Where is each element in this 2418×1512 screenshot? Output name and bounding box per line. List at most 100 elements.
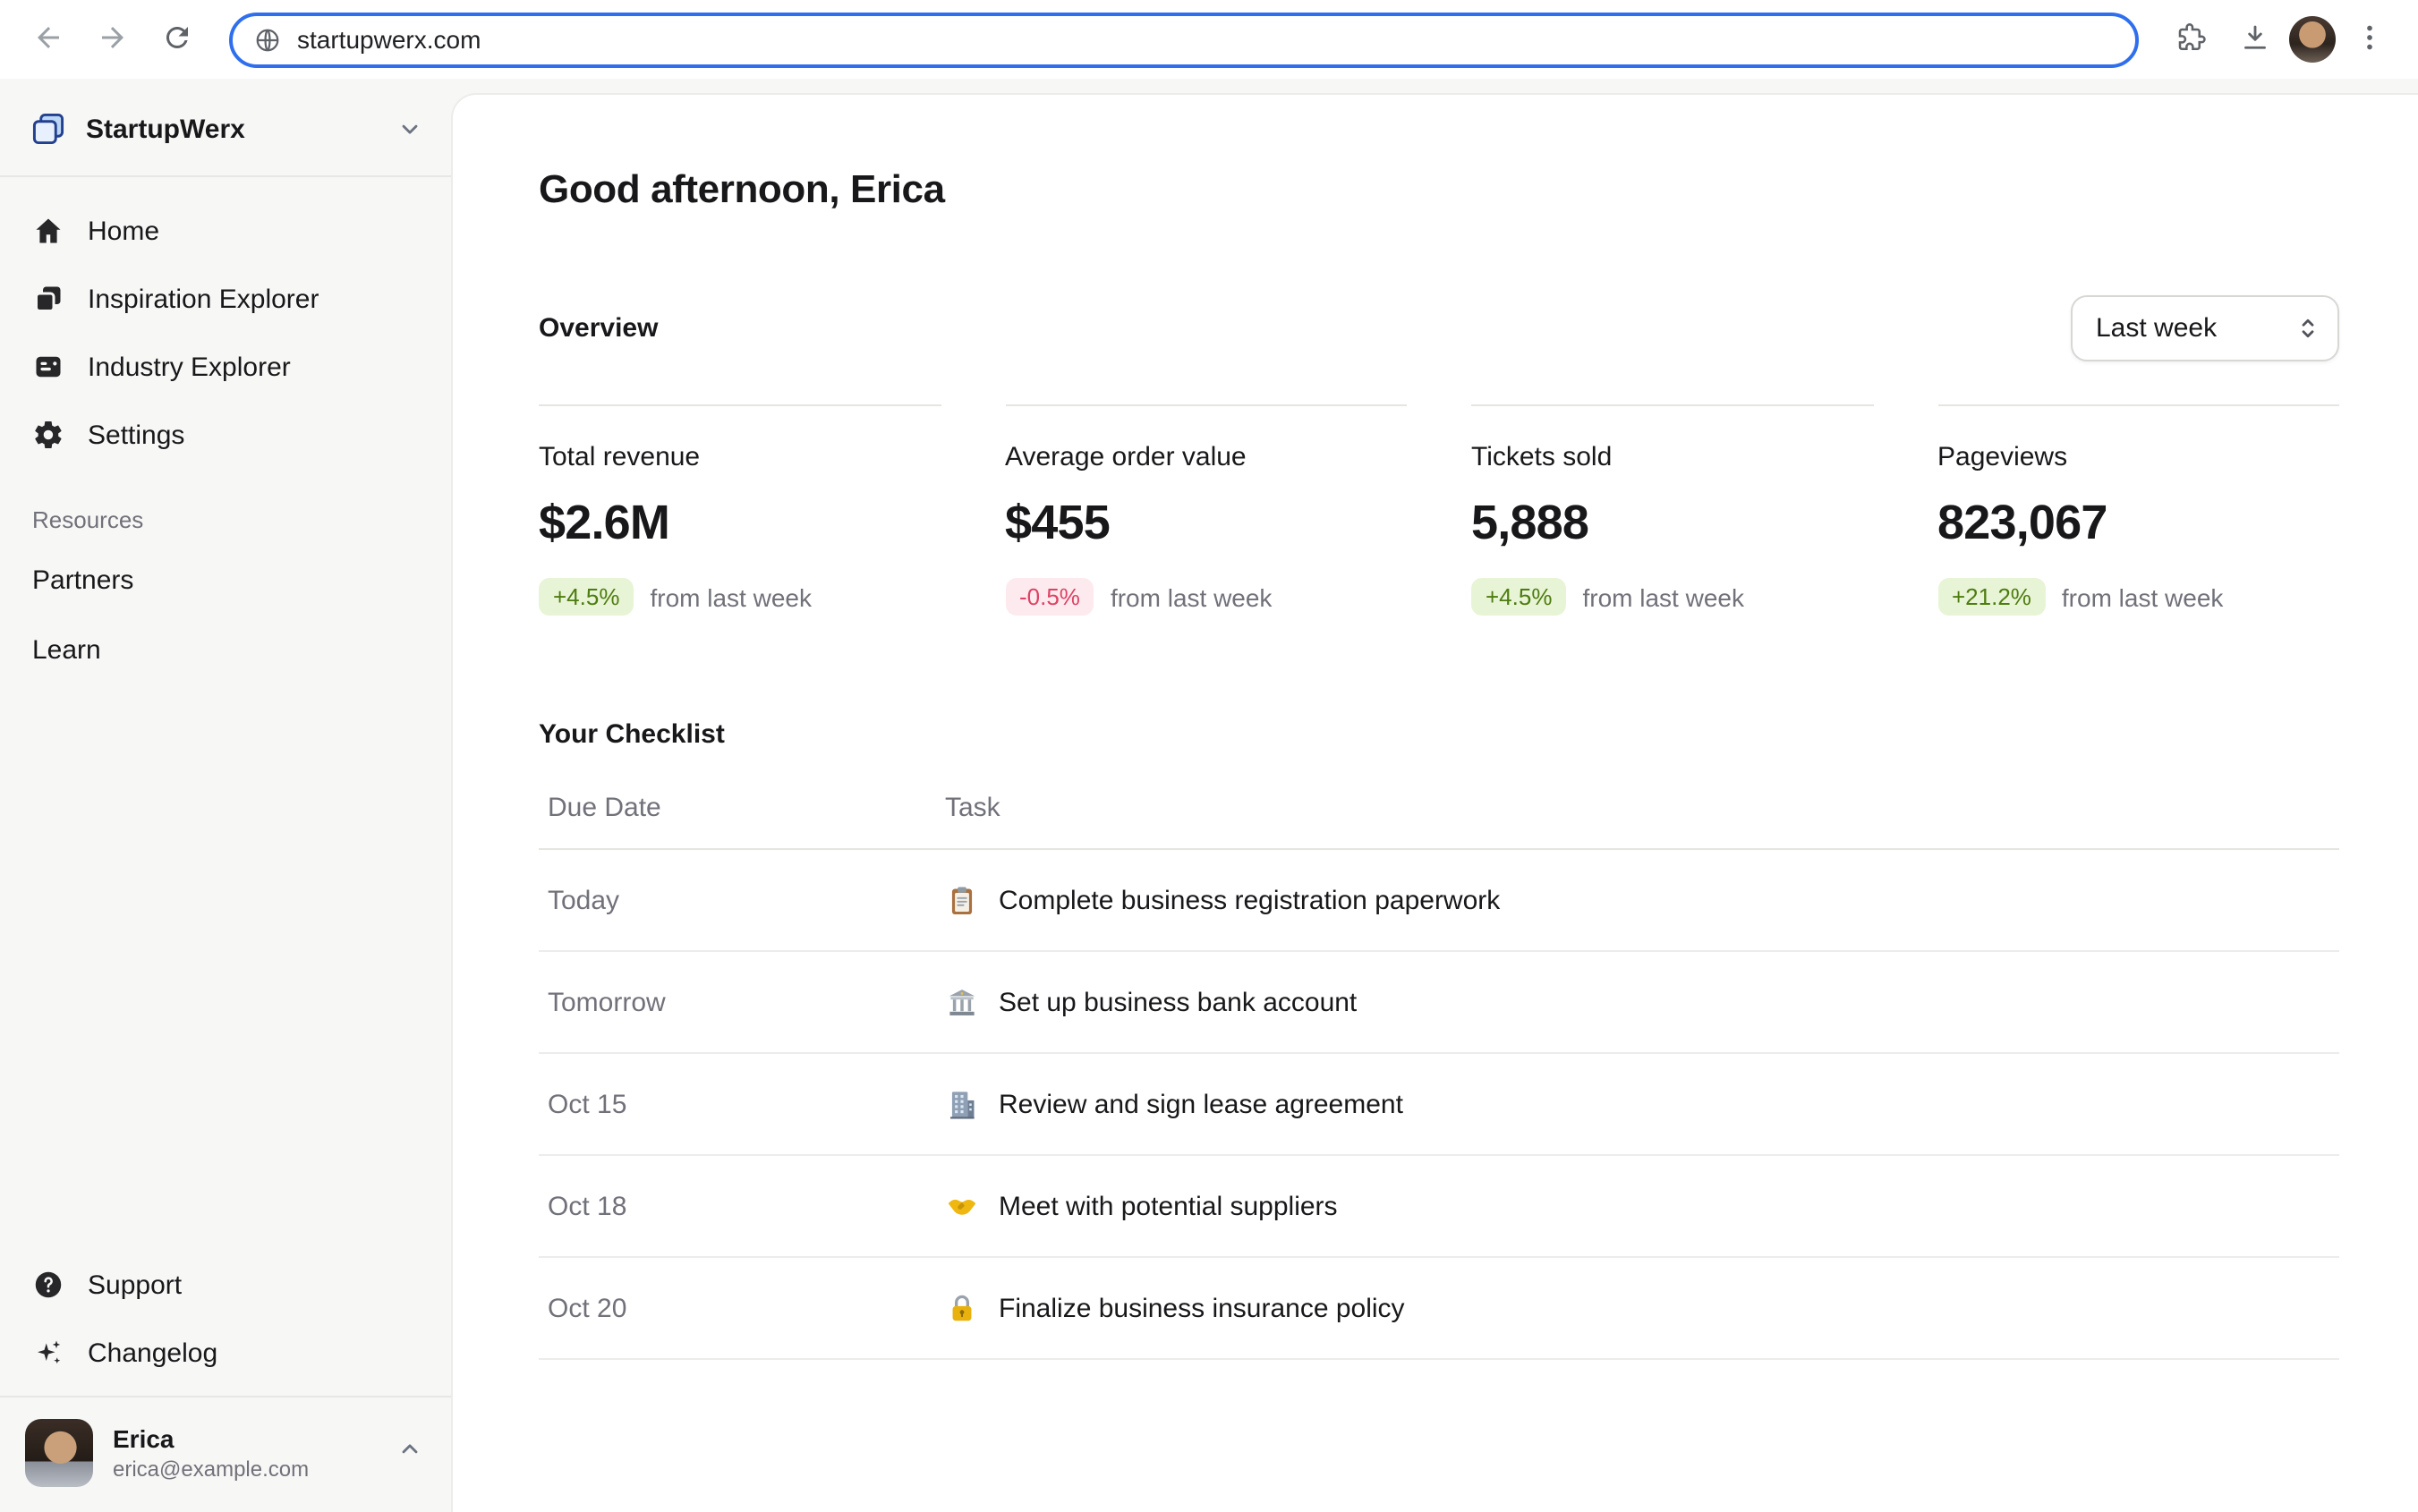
user-menu[interactable]: Erica erica@example.com [0,1396,451,1512]
delta-note: from last week [1111,582,1273,611]
delta-badge: -0.5% [1005,578,1094,616]
download-button[interactable] [2225,9,2286,70]
startupwerx-logo-icon [29,109,68,149]
overview-header: Overview Last week [539,295,2339,361]
refresh-button[interactable] [147,9,208,70]
table-row: Oct 15 Review and sign lease agreement [539,1054,2339,1156]
table-row: Oct 20 Finalize business insurance polic… [539,1258,2339,1360]
screen: startupwerx.com [0,0,2418,1512]
user-meta: Erica erica@example.com [113,1424,309,1482]
checklist-table: Due Date Task Today Complete business re… [539,771,2339,1360]
column-header-due-date: Due Date [539,793,945,823]
sparkles-icon [32,1337,64,1369]
browser-menu-button[interactable] [2339,9,2400,70]
delta-note: from last week [2062,582,2224,611]
table-row: Today Complete business registration pap… [539,850,2339,952]
table-row: Oct 18 Meet with potential suppliers [539,1156,2339,1258]
home-icon [32,215,64,247]
date-range-select[interactable]: Last week [2071,295,2339,361]
overview-title: Overview [539,313,658,344]
back-icon [32,21,64,58]
stat-average-order-value: Average order value $455 -0.5% from last… [1005,404,1407,616]
task-text: Review and sign lease agreement [999,1089,1403,1119]
sidebar-item-label: Home [88,216,159,246]
forward-button[interactable] [82,9,143,70]
back-button[interactable] [18,9,79,70]
sidebar-item-label: Settings [88,420,184,450]
globe-icon [254,26,281,53]
stack-icon [32,283,64,315]
due-date: Oct 20 [539,1293,945,1323]
stat-value: 5,888 [1471,496,1873,551]
main-panel: Good afternoon, Erica Overview Last week… [451,93,2418,1512]
unfold-icon [2295,315,2321,342]
column-header-task: Task [945,793,2339,823]
delta-note: from last week [1582,582,1744,611]
page-title: Good afternoon, Erica [539,166,2339,213]
sidebar-item-changelog[interactable]: Changelog [14,1321,437,1385]
sidebar-item-support[interactable]: Support [14,1253,437,1317]
browser-chrome: startupwerx.com [0,0,2418,79]
question-circle-icon [32,1269,64,1301]
stat-value: $455 [1005,496,1407,551]
task-text: Set up business bank account [999,987,1357,1017]
user-name: Erica [113,1424,309,1453]
extensions-button[interactable] [2160,9,2221,70]
user-email: erica@example.com [113,1457,309,1482]
sidebar: StartupWerx Home Inspiration Explorer [0,79,451,1512]
stat-label: Average order value [1005,442,1407,472]
delta-note: from last week [650,582,812,611]
sidebar-item-label: Industry Explorer [88,352,291,382]
stats-grid: Total revenue $2.6M +4.5% from last week… [539,404,2339,616]
browser-profile-avatar[interactable] [2289,16,2336,63]
task-text: Finalize business insurance policy [999,1293,1405,1323]
checklist-title: Your Checklist [539,719,2339,750]
sidebar-item-label: Support [88,1270,182,1300]
sidebar-item-label: Inspiration Explorer [88,284,319,314]
due-date: Oct 18 [539,1191,945,1221]
address-bar[interactable]: startupwerx.com [229,12,2139,67]
sidebar-item-inspiration-explorer[interactable]: Inspiration Explorer [14,267,437,331]
handshake-icon [945,1189,979,1223]
forward-icon [97,21,129,58]
stat-tickets-sold: Tickets sold 5,888 +4.5% from last week [1471,404,1873,616]
delta-badge: +4.5% [539,578,634,616]
stat-total-revenue: Total revenue $2.6M +4.5% from last week [539,404,941,616]
sidebar-item-learn[interactable]: Learn [14,617,437,684]
date-range-value: Last week [2096,313,2217,344]
clipboard-icon [945,883,979,917]
sidebar-item-label: Changelog [88,1338,217,1368]
due-date: Tomorrow [539,987,945,1017]
stat-pageviews: Pageviews 823,067 +21.2% from last week [1937,404,2339,616]
table-row: Tomorrow Set up business bank account [539,952,2339,1054]
delta-badge: +21.2% [1937,578,2046,616]
sidebar-item-industry-explorer[interactable]: Industry Explorer [14,335,437,399]
sidebar-item-partners[interactable]: Partners [14,548,437,614]
stat-value: $2.6M [539,496,941,551]
footer-nav: Support Changelog [0,1253,451,1396]
sidebar-item-home[interactable]: Home [14,199,437,263]
stat-value: 823,067 [1937,496,2339,551]
chevron-down-icon [397,116,422,141]
due-date: Today [539,885,945,915]
resources-nav: Partners Learn [0,548,451,684]
stat-label: Tickets sold [1471,442,1873,472]
sidebar-item-settings[interactable]: Settings [14,403,437,467]
kebab-menu-icon [2354,21,2386,58]
delta-badge: +4.5% [1471,578,1566,616]
workspace-switcher[interactable]: StartupWerx [0,79,451,177]
checklist-header-row: Due Date Task [539,771,2339,850]
due-date: Oct 15 [539,1089,945,1119]
sidebar-spacer [0,684,451,1253]
bank-icon [945,985,979,1019]
chevron-up-icon [397,1436,422,1470]
gear-icon [32,419,64,451]
user-avatar [25,1419,93,1487]
task-text: Meet with potential suppliers [999,1191,1338,1221]
brand-name: StartupWerx [86,114,245,144]
primary-nav: Home Inspiration Explorer Industry Explo… [0,177,451,467]
badge-icon [32,351,64,383]
app-frame: StartupWerx Home Inspiration Explorer [0,79,2418,1512]
extensions-icon [2175,21,2207,58]
stat-label: Total revenue [539,442,941,472]
